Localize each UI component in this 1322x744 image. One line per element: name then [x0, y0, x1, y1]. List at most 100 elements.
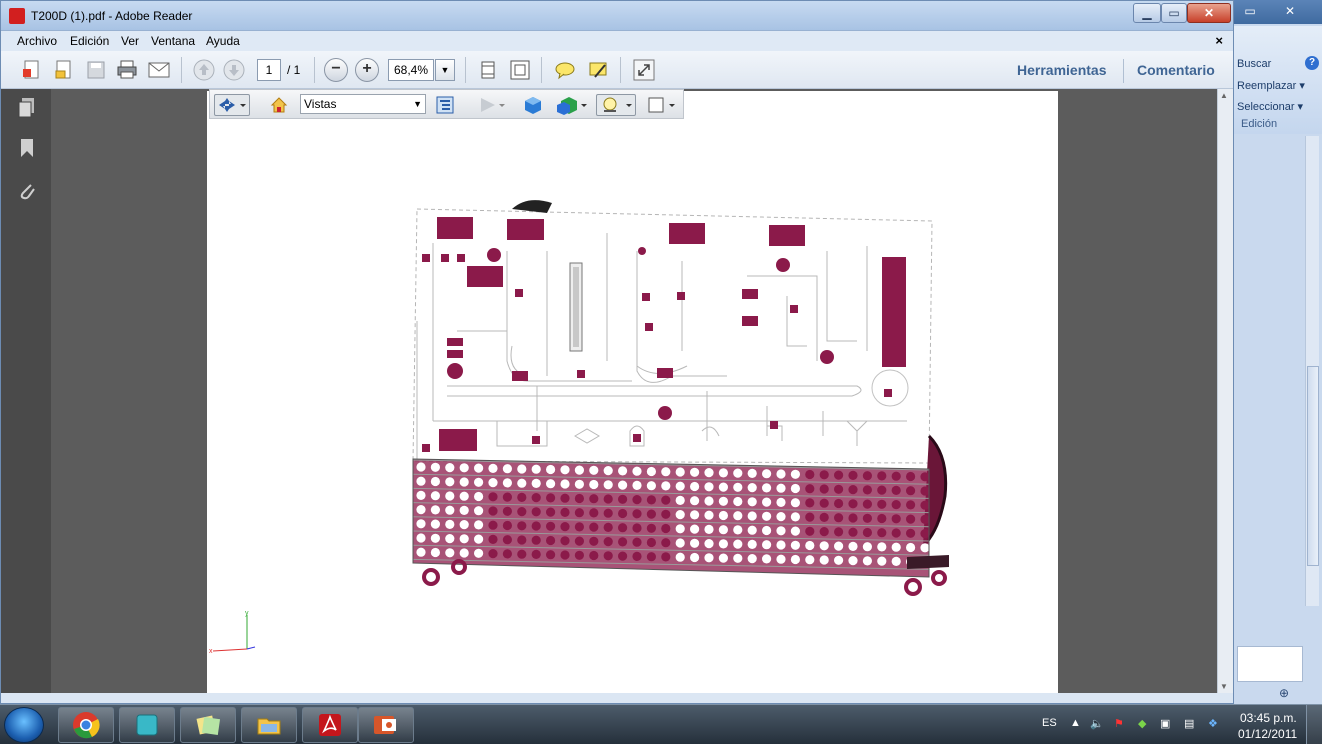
perforation-hole [805, 484, 815, 494]
comment-link[interactable]: Comentario [1137, 62, 1215, 78]
background-color-icon[interactable] [646, 94, 678, 116]
reemplazar-button[interactable]: Reemplazar ▾ [1237, 79, 1305, 92]
start-button[interactable] [4, 707, 44, 743]
svg-text:x: x [209, 648, 213, 655]
perforation-hole [646, 466, 656, 477]
projection-cube-icon[interactable] [522, 94, 544, 116]
network-icon[interactable]: ▣ [1160, 717, 1170, 730]
background-scroll-thumb[interactable] [1307, 366, 1319, 566]
perforation-hole [488, 478, 498, 488]
document-area: y x [51, 89, 1217, 693]
email-icon[interactable] [146, 57, 172, 83]
clock-date[interactable]: 01/12/2011 [1238, 727, 1297, 741]
show-hidden-icons-icon[interactable]: ▲ [1070, 717, 1081, 729]
menu-archivo[interactable]: Archivo [17, 34, 57, 48]
show-desktop-button[interactable] [1306, 705, 1322, 744]
create-pdf-icon[interactable] [19, 57, 45, 83]
page-thumbnails-icon[interactable] [17, 97, 37, 119]
menu-ayuda[interactable]: Ayuda [206, 34, 240, 48]
perforation-hole [776, 554, 786, 564]
3d-toolbar: Vistas ▼ [209, 89, 684, 119]
perforation-hole [416, 490, 426, 500]
minimize-button[interactable]: ▁ [1133, 3, 1161, 23]
fit-page-icon[interactable] [475, 57, 501, 83]
perforation-hole [603, 480, 613, 490]
powerpoint-taskbar-icon[interactable] [358, 707, 414, 743]
sticky-notes-taskbar-icon[interactable] [180, 707, 236, 743]
views-dropdown[interactable]: Vistas ▼ [300, 94, 426, 114]
zoom-level-input[interactable]: 68,4% [388, 59, 434, 81]
action-center-icon[interactable]: ⚑ [1114, 717, 1124, 730]
play-animation-icon[interactable] [478, 94, 508, 116]
menu-edicion[interactable]: Edición [70, 34, 109, 48]
nvidia-icon[interactable]: ◆ [1138, 717, 1146, 730]
rotate-tool-icon[interactable] [214, 94, 250, 116]
model-tree-icon[interactable] [434, 94, 456, 116]
adobe-reader-taskbar-icon[interactable] [302, 707, 358, 743]
fit-width-icon[interactable] [507, 57, 533, 83]
dropbox-icon[interactable]: ❖ [1208, 717, 1218, 730]
volume-icon[interactable]: 🔈 [1090, 717, 1104, 730]
perforation-hole [574, 479, 584, 489]
app-taskbar-icon[interactable] [119, 707, 175, 743]
save-icon[interactable] [83, 57, 109, 83]
document-close-button[interactable]: × [1215, 33, 1223, 48]
perforation-hole [877, 556, 887, 566]
perforation-hole [589, 479, 599, 490]
perforation-hole [906, 500, 916, 510]
perforation-hole [862, 542, 873, 552]
perforation-hole [589, 494, 599, 504]
clock-time[interactable]: 03:45 p.m. [1240, 711, 1297, 725]
adobe-reader-window: T200D (1).pdf - Adobe Reader ▁ ▭ ✕ Archi… [0, 0, 1234, 704]
device-icon[interactable]: ▤ [1184, 717, 1194, 730]
perforation-hole [416, 533, 426, 543]
background-scrollbar[interactable] [1305, 136, 1319, 606]
maximize-button[interactable]: ▭ [1161, 3, 1187, 23]
scroll-up-icon[interactable]: ▲ [1220, 91, 1228, 100]
perforation-hole [891, 500, 901, 510]
background-close-button[interactable]: ✕ [1277, 2, 1303, 20]
next-page-icon[interactable] [221, 57, 247, 83]
open-folder-icon[interactable] [51, 57, 77, 83]
perforation-hole [877, 471, 887, 481]
bookmarks-icon[interactable] [17, 137, 37, 159]
attachments-icon[interactable] [17, 179, 37, 201]
fullscreen-icon[interactable] [631, 57, 657, 83]
zoom-out-button[interactable]: − [324, 58, 348, 82]
seleccionar-button[interactable]: Seleccionar ▾ [1237, 100, 1303, 113]
perforation-hole [589, 465, 599, 475]
chrome-taskbar-icon[interactable] [58, 707, 114, 743]
perforation-hole [733, 525, 743, 535]
perforation-hole [805, 540, 815, 551]
background-restore-button[interactable]: ▭ [1237, 2, 1263, 20]
vertical-scrollbar[interactable]: ▲ ▼ [1217, 89, 1233, 693]
language-indicator[interactable]: ES [1042, 717, 1057, 729]
print-icon[interactable] [114, 57, 140, 83]
perforation-hole [502, 549, 512, 559]
previous-page-icon[interactable] [191, 57, 217, 83]
close-button[interactable]: ✕ [1187, 3, 1231, 23]
scroll-down-icon[interactable]: ▼ [1220, 682, 1228, 691]
window-title: T200D (1).pdf - Adobe Reader [31, 9, 193, 23]
help-icon[interactable]: ? [1305, 56, 1319, 70]
buscar-button[interactable]: Buscar [1237, 58, 1271, 70]
page-number-input[interactable]: 1 [257, 59, 281, 81]
menu-ver[interactable]: Ver [121, 34, 139, 48]
menu-ventana[interactable]: Ventana [151, 34, 195, 48]
home-icon[interactable] [268, 94, 290, 116]
perforation-hole [531, 493, 541, 503]
tools-link[interactable]: Herramientas [1017, 62, 1107, 78]
lighting-icon[interactable] [596, 94, 636, 116]
perforation-hole [589, 522, 599, 532]
3d-model-drawing[interactable]: y x [207, 91, 1058, 693]
render-mode-icon[interactable] [554, 94, 588, 116]
highlight-icon[interactable] [585, 57, 611, 83]
perforation-hole [790, 469, 801, 479]
zoom-dropdown-icon[interactable]: ▼ [435, 59, 455, 81]
zoom-in-button[interactable]: + [355, 58, 379, 82]
perforation-hole [531, 464, 541, 474]
perforation-hole [776, 497, 786, 507]
explorer-taskbar-icon[interactable] [241, 707, 297, 743]
comment-icon[interactable] [552, 57, 578, 83]
zoom-in-icon[interactable]: ⊕ [1279, 686, 1289, 700]
